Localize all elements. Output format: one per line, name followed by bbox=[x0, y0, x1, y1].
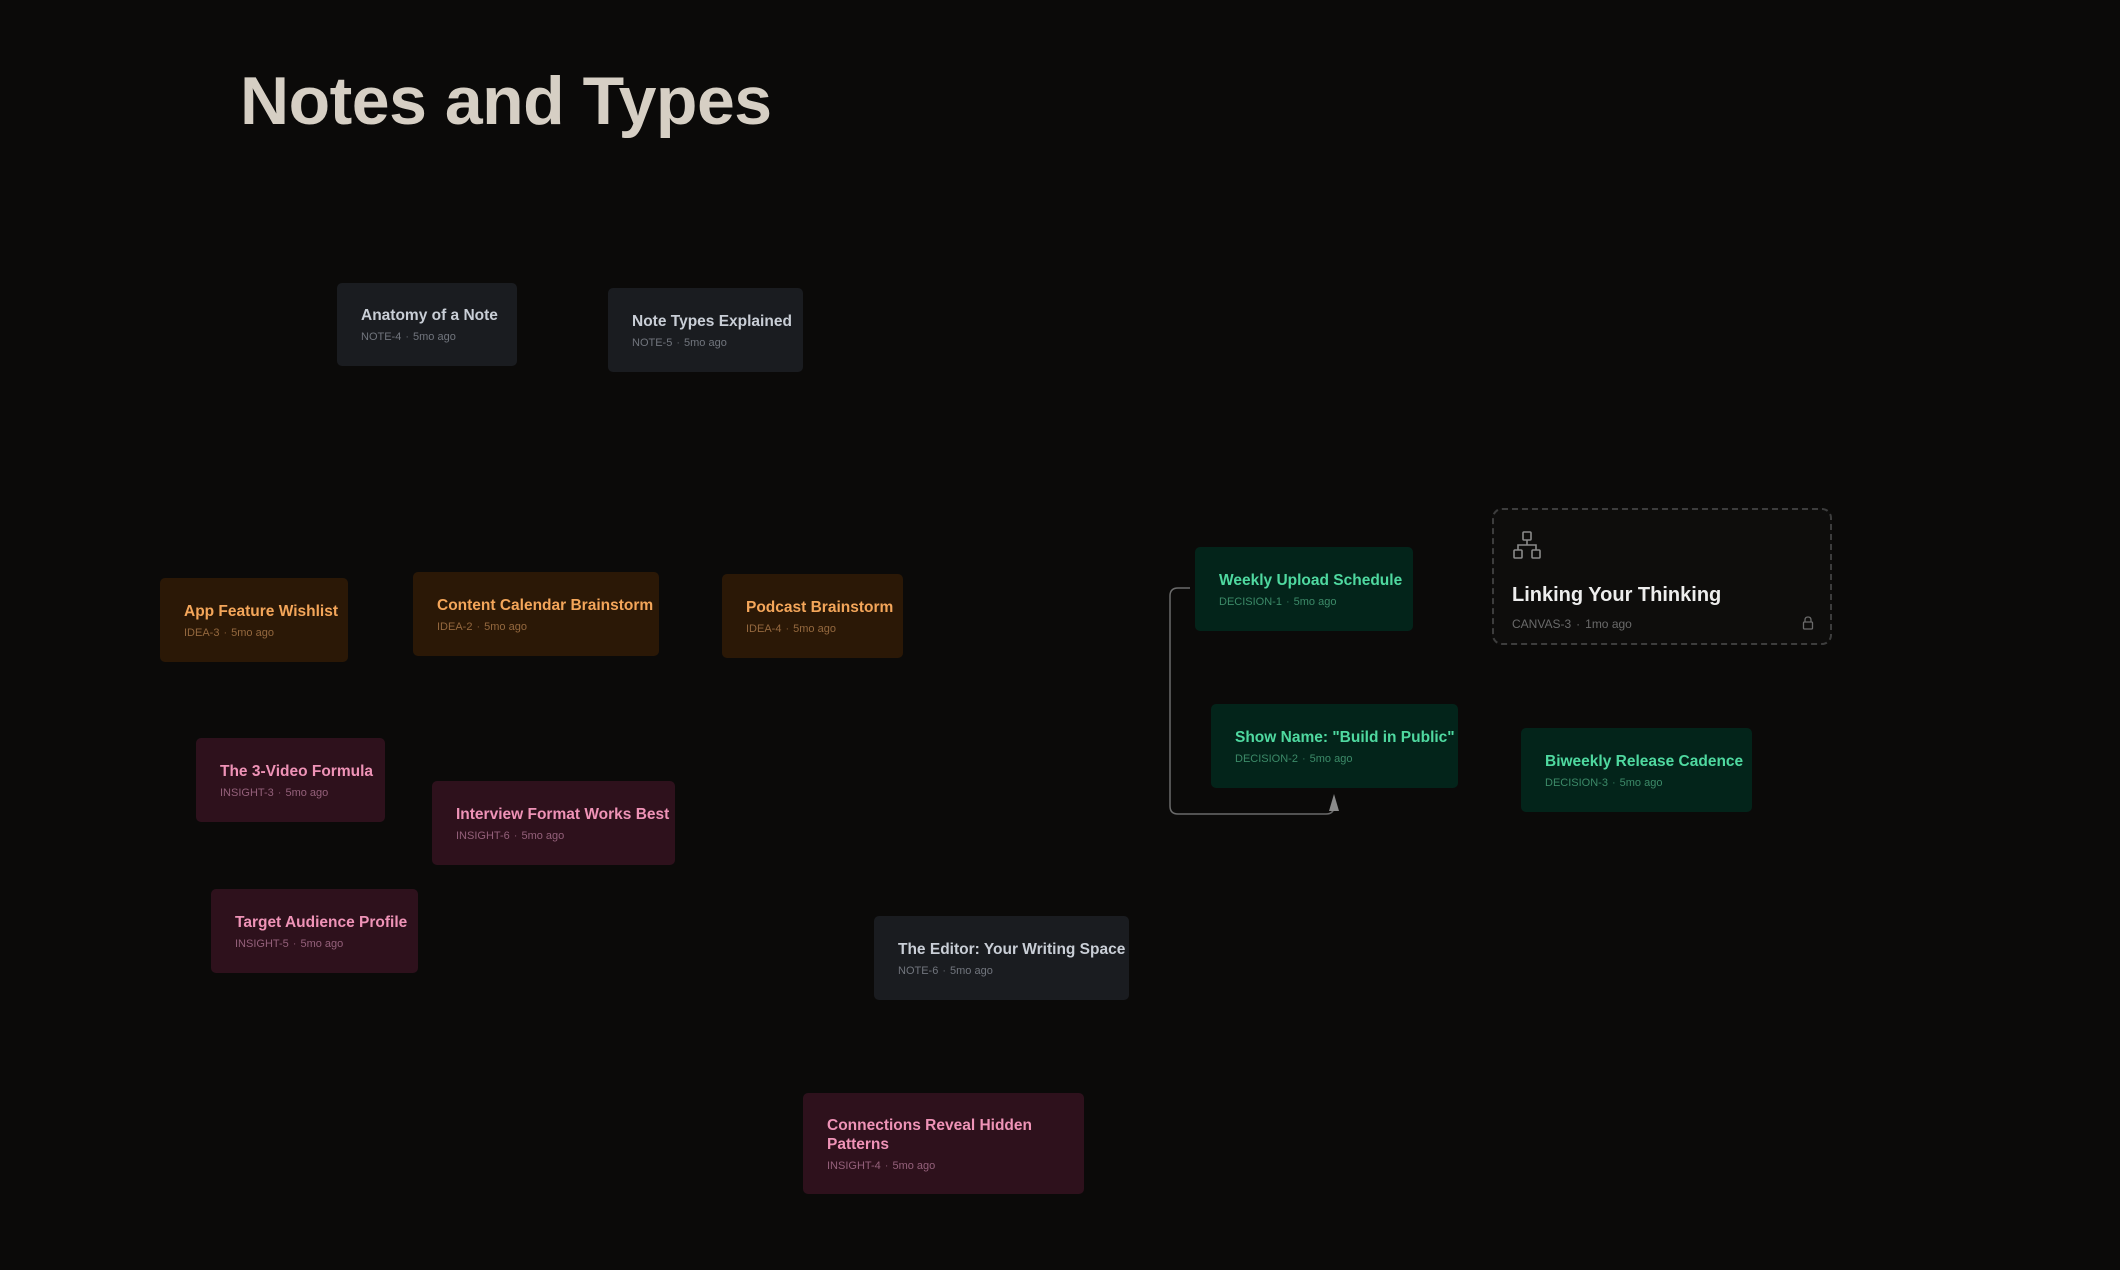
card-title: Show Name: "Build in Public" bbox=[1235, 728, 1455, 746]
meta-separator: · bbox=[1301, 752, 1306, 765]
card-meta: DECISION-3 · 5mo ago bbox=[1545, 777, 1728, 789]
lock-icon bbox=[1802, 616, 1814, 630]
canvas-meta: CANVAS-3 · 1mo ago bbox=[1512, 617, 1632, 631]
card-title: Anatomy of a Note bbox=[361, 307, 498, 324]
card-age: 5mo ago bbox=[285, 786, 329, 799]
canvas-title: Linking Your Thinking bbox=[1512, 584, 1722, 606]
connector-arrowhead bbox=[1329, 794, 1339, 811]
card-code: NOTE-5 bbox=[632, 336, 673, 349]
card-code: DECISION-1 bbox=[1219, 595, 1282, 608]
card-title: Note Types Explained bbox=[632, 312, 792, 330]
card-age: 5mo ago bbox=[793, 622, 836, 635]
card-meta: DECISION-1 · 5mo ago bbox=[1219, 596, 1389, 608]
card-title: Connections Reveal Hidden Patterns bbox=[827, 1116, 1032, 1153]
card-title: Podcast Brainstorm bbox=[746, 598, 894, 616]
card-title: App Feature Wishlist bbox=[184, 602, 339, 620]
card-title: The Editor: Your Writing Space bbox=[898, 940, 1126, 958]
card-meta: NOTE-5 · 5mo ago bbox=[632, 337, 779, 349]
hierarchy-icon bbox=[1513, 531, 1541, 559]
card-code: IDEA-2 bbox=[437, 620, 473, 633]
meta-separator: · bbox=[513, 829, 518, 842]
meta-separator: · bbox=[1285, 595, 1290, 608]
card-code: INSIGHT-3 bbox=[220, 786, 274, 799]
card-code: NOTE-6 bbox=[898, 964, 939, 977]
canvas-code: CANVAS-3 bbox=[1512, 617, 1572, 631]
card-meta: INSIGHT-6 · 5mo ago bbox=[456, 830, 651, 842]
card-age: 5mo ago bbox=[413, 331, 456, 343]
meta-separator: · bbox=[1576, 617, 1581, 631]
canvas-board[interactable]: Notes and Types Anatomy of a Note NOTE-4… bbox=[0, 0, 2120, 1270]
card-title: Biweekly Release Cadence bbox=[1545, 752, 1744, 770]
card-code: INSIGHT-6 bbox=[456, 829, 510, 842]
card-meta: IDEA-4 · 5mo ago bbox=[746, 623, 879, 635]
card-title: Content Calendar Brainstorm bbox=[437, 596, 654, 614]
card-title: Target Audience Profile bbox=[235, 913, 408, 931]
card-meta: INSIGHT-5 · 5mo ago bbox=[235, 938, 394, 950]
card-meta: IDEA-2 · 5mo ago bbox=[437, 621, 635, 633]
card-age: 5mo ago bbox=[1293, 595, 1337, 608]
card-code: DECISION-2 bbox=[1235, 752, 1298, 765]
meta-separator: · bbox=[405, 331, 410, 343]
card-code: INSIGHT-5 bbox=[235, 937, 289, 950]
card-idea-3[interactable]: App Feature Wishlist IDEA-3 · 5mo ago bbox=[160, 578, 348, 662]
card-title: Weekly Upload Schedule bbox=[1219, 571, 1403, 589]
card-decision-1[interactable]: Weekly Upload Schedule DECISION-1 · 5mo … bbox=[1195, 547, 1413, 631]
meta-separator: · bbox=[292, 937, 297, 950]
card-code: IDEA-3 bbox=[184, 626, 220, 639]
canvas-card-linking[interactable]: Linking Your Thinking CANVAS-3 · 1mo ago bbox=[1492, 508, 1832, 645]
card-note-6[interactable]: The Editor: Your Writing Space NOTE-6 · … bbox=[874, 916, 1129, 1000]
card-idea-2[interactable]: Content Calendar Brainstorm IDEA-2 · 5mo… bbox=[413, 572, 659, 656]
card-age: 5mo ago bbox=[1619, 776, 1663, 789]
card-insight-3[interactable]: The 3-Video Formula INSIGHT-3 · 5mo ago bbox=[196, 738, 385, 822]
card-code: NOTE-4 bbox=[361, 331, 402, 343]
card-meta: INSIGHT-4 · 5mo ago bbox=[827, 1160, 1060, 1172]
card-age: 5mo ago bbox=[484, 620, 527, 633]
card-insight-4[interactable]: Connections Reveal Hidden Patterns INSIG… bbox=[803, 1093, 1084, 1194]
card-age: 5mo ago bbox=[521, 829, 565, 842]
meta-separator: · bbox=[476, 620, 481, 633]
card-code: INSIGHT-4 bbox=[827, 1159, 881, 1172]
meta-separator: · bbox=[942, 964, 947, 977]
card-note-4[interactable]: Anatomy of a Note NOTE-4 · 5mo ago bbox=[337, 283, 517, 366]
card-idea-4[interactable]: Podcast Brainstorm IDEA-4 · 5mo ago bbox=[722, 574, 903, 658]
card-meta: NOTE-6 · 5mo ago bbox=[898, 965, 1105, 977]
page-title: Notes and Types bbox=[240, 63, 772, 139]
meta-separator: · bbox=[884, 1159, 889, 1172]
canvas-age: 1mo ago bbox=[1585, 617, 1632, 631]
card-age: 5mo ago bbox=[300, 937, 344, 950]
card-code: IDEA-4 bbox=[746, 622, 782, 635]
meta-separator: · bbox=[1611, 776, 1616, 789]
card-age: 5mo ago bbox=[1309, 752, 1353, 765]
card-age: 5mo ago bbox=[892, 1159, 936, 1172]
card-insight-6[interactable]: Interview Format Works Best INSIGHT-6 · … bbox=[432, 781, 675, 865]
card-age: 5mo ago bbox=[950, 964, 993, 977]
card-decision-2[interactable]: Show Name: "Build in Public" DECISION-2 … bbox=[1211, 704, 1458, 788]
card-note-5[interactable]: Note Types Explained NOTE-5 · 5mo ago bbox=[608, 288, 803, 372]
card-decision-3[interactable]: Biweekly Release Cadence DECISION-3 · 5m… bbox=[1521, 728, 1752, 812]
meta-separator: · bbox=[277, 786, 282, 799]
card-meta: IDEA-3 · 5mo ago bbox=[184, 627, 324, 639]
card-age: 5mo ago bbox=[231, 626, 274, 639]
card-code: DECISION-3 bbox=[1545, 776, 1608, 789]
meta-separator: · bbox=[223, 626, 228, 639]
card-title: Interview Format Works Best bbox=[456, 805, 670, 823]
card-age: 5mo ago bbox=[684, 336, 727, 349]
card-insight-5[interactable]: Target Audience Profile INSIGHT-5 · 5mo … bbox=[211, 889, 418, 973]
card-title: The 3-Video Formula bbox=[220, 762, 374, 780]
card-meta: DECISION-2 · 5mo ago bbox=[1235, 753, 1434, 765]
meta-separator: · bbox=[785, 622, 790, 635]
card-meta: INSIGHT-3 · 5mo ago bbox=[220, 787, 361, 799]
card-meta: NOTE-4 · 5mo ago bbox=[361, 331, 493, 343]
meta-separator: · bbox=[676, 336, 681, 349]
